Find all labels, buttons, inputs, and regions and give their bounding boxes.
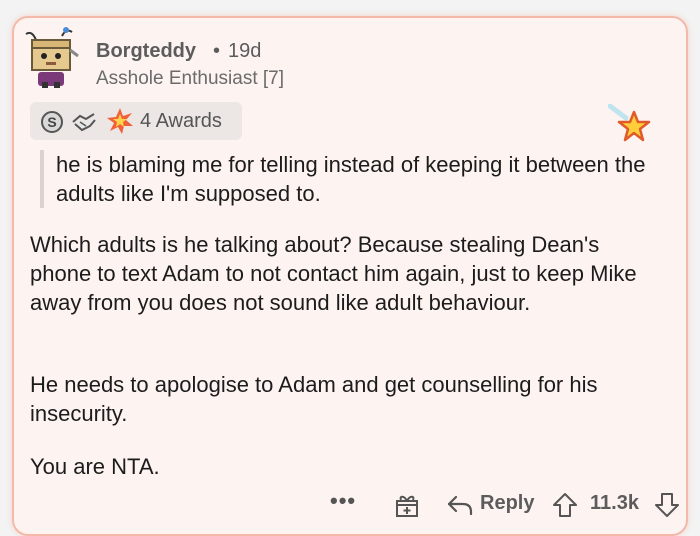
user-flair: Asshole Enthusiast [7] <box>96 68 284 89</box>
awards-count: 4 Awards <box>140 110 222 132</box>
gift-award-icon[interactable] <box>394 492 420 523</box>
reply-button[interactable]: Reply <box>480 492 534 515</box>
comment-card: Borgteddy • 19d Asshole Enthusiast [7] S… <box>12 16 688 536</box>
star-icon[interactable] <box>607 103 656 144</box>
starburst-icon <box>106 107 134 135</box>
more-options-button[interactable]: ••• <box>330 488 356 514</box>
author-username[interactable]: Borgteddy <box>96 40 196 63</box>
comment-paragraph: Which adults is he talking about? Becaus… <box>30 232 637 315</box>
comment-age: 19d <box>228 40 262 62</box>
avatar[interactable] <box>22 26 82 90</box>
svg-text:S: S <box>47 114 56 130</box>
quoted-text: he is blaming me for telling instead of … <box>40 150 656 208</box>
meta-separator: • <box>213 40 221 62</box>
downvote-icon[interactable] <box>654 492 680 523</box>
comment-paragraph: He needs to apologise to Adam and get co… <box>30 372 598 426</box>
upvote-icon[interactable] <box>552 492 578 523</box>
silver-coin-icon: S <box>40 110 64 134</box>
reply-icon[interactable] <box>446 494 474 521</box>
comment-paragraph: You are NTA. <box>30 454 160 479</box>
vote-score: 11.3k <box>590 492 639 514</box>
comment-actions: ••• Reply 11.3k <box>14 486 690 522</box>
handshake-icon <box>70 108 98 134</box>
awards-bar[interactable]: S 4 Awards <box>30 102 242 140</box>
comment-header: Borgteddy • 19d Asshole Enthusiast [7] <box>22 26 662 90</box>
